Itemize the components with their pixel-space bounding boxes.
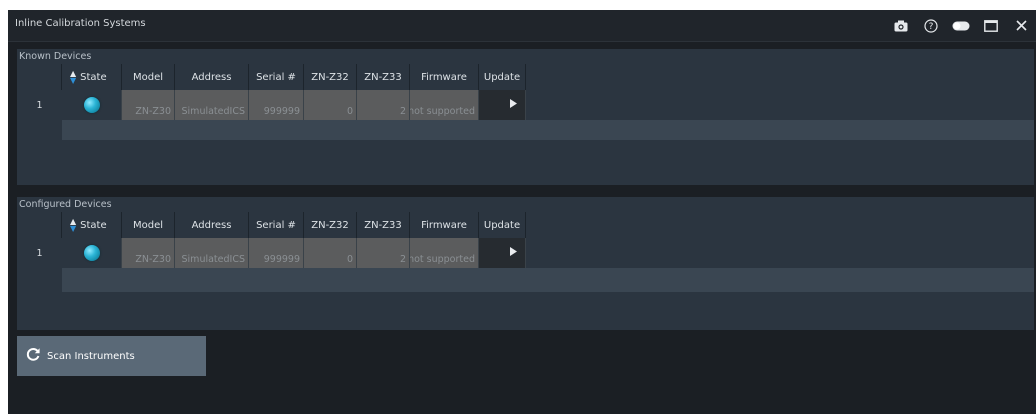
status-led-icon [83, 245, 100, 261]
update-play-button[interactable] [479, 90, 526, 120]
sort-icon: ▲ ▼ [70, 69, 77, 85]
close-icon[interactable] [1006, 10, 1036, 41]
camera-icon[interactable] [886, 10, 916, 41]
configured-devices-heading: Configured Devices [19, 199, 112, 210]
known-devices-heading: Known Devices [19, 51, 92, 62]
serial-cell: 999999 [249, 238, 304, 268]
state-cell [62, 238, 122, 268]
firmware-cell: not supported [410, 238, 479, 268]
model-column-header: Model [122, 212, 175, 238]
title-bar-icons: ? [886, 10, 1036, 41]
firmware-cell: not supported [410, 90, 479, 120]
known-devices-header-row: ▲ ▼ State Model Address Serial # ZN-Z32 Z… [17, 64, 1034, 90]
row-index: 1 [17, 238, 62, 268]
state-column-header[interactable]: ▲ ▼ State [62, 212, 122, 238]
model-column-header: Model [122, 64, 175, 90]
serial-column-header: Serial # [249, 212, 304, 238]
address-cell: SimulatedICS [175, 90, 249, 120]
zn-z32-column-header: ZN-Z32 [304, 212, 357, 238]
help-icon[interactable]: ? [916, 10, 946, 41]
inline-calibration-window: Inline Calibration Systems ? Known Devic… [8, 10, 1036, 414]
serial-column-header: Serial # [249, 64, 304, 90]
zn-z33-column-header: ZN-Z33 [357, 64, 410, 90]
state-column-header[interactable]: ▲ ▼ State [62, 64, 122, 90]
table-row[interactable]: 1 ZN-Z30 SimulatedICS 999999 0 2 not sup… [17, 238, 1034, 268]
table-row[interactable]: 1 ZN-Z30 SimulatedICS 999999 0 2 not sup… [17, 90, 1034, 120]
address-column-header: Address [175, 64, 249, 90]
configured-devices-panel: Configured Devices ▲ ▼ State Model Addres… [17, 197, 1034, 330]
status-led-icon [83, 97, 100, 113]
firmware-column-header: Firmware [410, 212, 479, 238]
window-title: Inline Calibration Systems [15, 18, 146, 29]
sort-icon: ▲ ▼ [70, 217, 77, 233]
toggle-icon[interactable] [946, 10, 976, 41]
zn-z32-cell: 0 [304, 238, 357, 268]
play-icon [510, 247, 517, 256]
zn-z32-column-header: ZN-Z32 [304, 64, 357, 90]
svg-text:?: ? [929, 22, 934, 32]
scan-instruments-label: Scan Instruments [47, 350, 135, 362]
row-index: 1 [17, 90, 62, 120]
state-column-label: State [80, 71, 107, 83]
title-bar: Inline Calibration Systems ? [8, 10, 1036, 42]
known-devices-panel: Known Devices ▲ ▼ State Model Address Ser… [17, 49, 1034, 185]
address-cell: SimulatedICS [175, 238, 249, 268]
update-column-header: Update [479, 64, 526, 90]
state-column-label: State [80, 219, 107, 231]
configured-devices-header-row: ▲ ▼ State Model Address Serial # ZN-Z32 Z… [17, 212, 1034, 238]
update-play-button[interactable] [479, 238, 526, 268]
address-column-header: Address [175, 212, 249, 238]
zn-z33-cell: 2 [357, 90, 410, 120]
refresh-icon [25, 346, 41, 366]
index-column-header [17, 212, 62, 238]
zn-z33-cell: 2 [357, 238, 410, 268]
zn-z32-cell: 0 [304, 90, 357, 120]
scan-instruments-button[interactable]: Scan Instruments [17, 336, 206, 376]
empty-row [17, 268, 1034, 292]
play-icon [510, 99, 517, 108]
model-cell: ZN-Z30 [122, 238, 175, 268]
firmware-column-header: Firmware [410, 64, 479, 90]
index-column-header [17, 64, 62, 90]
zn-z33-column-header: ZN-Z33 [357, 212, 410, 238]
update-column-header: Update [479, 212, 526, 238]
maximize-icon[interactable] [976, 10, 1006, 41]
state-cell [62, 90, 122, 120]
model-cell: ZN-Z30 [122, 90, 175, 120]
serial-cell: 999999 [249, 90, 304, 120]
empty-row [17, 120, 1034, 140]
